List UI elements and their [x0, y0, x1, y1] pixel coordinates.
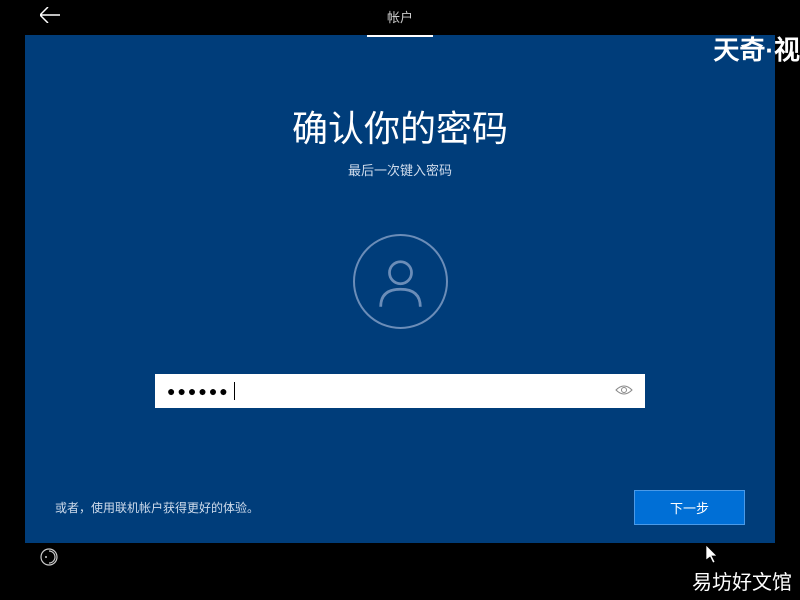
- password-value: ●●●●●●: [167, 383, 230, 399]
- password-input[interactable]: ●●●●●●: [155, 374, 645, 408]
- user-avatar-icon: [353, 234, 448, 329]
- reveal-password-icon[interactable]: [615, 383, 633, 399]
- page-title: 确认你的密码: [292, 100, 508, 152]
- tab-account[interactable]: 帐户: [367, 0, 433, 37]
- page-subtitle: 最后一次键入密码: [348, 160, 452, 179]
- back-arrow-icon[interactable]: [25, 6, 75, 29]
- watermark-bottom: 易坊好文馆: [692, 566, 792, 595]
- ease-of-access-icon[interactable]: [25, 548, 73, 571]
- watermark-top: 天奇·视: [713, 30, 800, 67]
- footer-bar: [25, 543, 775, 575]
- text-cursor: [234, 382, 235, 400]
- mouse-cursor-icon: [706, 545, 720, 570]
- next-button[interactable]: 下一步: [634, 490, 745, 525]
- online-account-link[interactable]: 或者，使用联机帐户获得更好的体验。: [55, 499, 259, 516]
- header-bar: 帐户: [25, 0, 775, 35]
